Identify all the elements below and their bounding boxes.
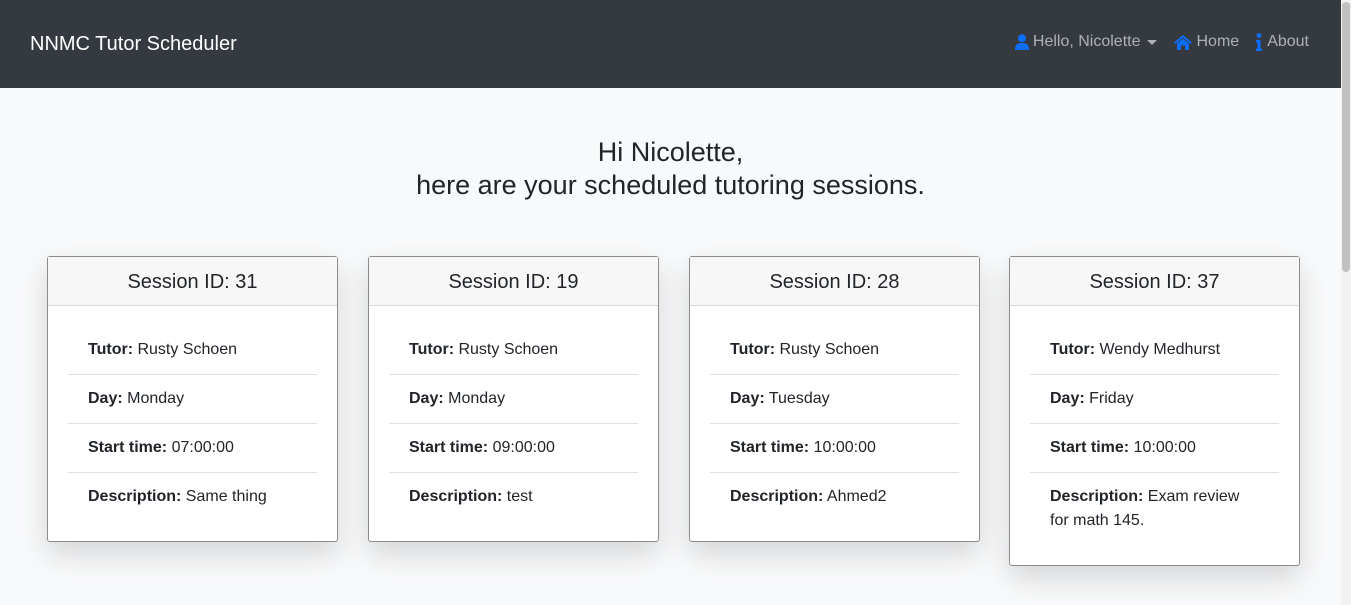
tutor-label: Tutor: xyxy=(1050,341,1096,358)
nav-home-link[interactable]: Home xyxy=(1173,32,1240,52)
start-time-value: 10:00:00 xyxy=(1133,439,1196,456)
description-label: Description: xyxy=(730,488,824,505)
start-time-label: Start time: xyxy=(88,439,168,456)
tutor-value: Rusty Schoen xyxy=(779,341,880,358)
day-label: Day: xyxy=(88,390,123,407)
tutor-value: Rusty Schoen xyxy=(458,341,559,358)
scrollbar-thumb[interactable] xyxy=(1342,2,1350,272)
start-time-label: Start time: xyxy=(730,439,810,456)
card-body: Tutor: Rusty Schoen Day: Monday Start ti… xyxy=(48,306,337,541)
description-row: Description: Same thing xyxy=(68,473,317,521)
tutor-label: Tutor: xyxy=(88,341,134,358)
start-time-value: 09:00:00 xyxy=(492,439,555,456)
tutor-row: Tutor: Rusty Schoen xyxy=(389,326,638,375)
brand-link[interactable]: NNMC Tutor Scheduler xyxy=(30,32,237,56)
tutor-row: Tutor: Rusty Schoen xyxy=(68,326,317,375)
card-body: Tutor: Rusty Schoen Day: Monday Start ti… xyxy=(369,306,658,541)
user-icon xyxy=(1014,34,1029,50)
description-label: Description: xyxy=(1050,488,1144,505)
session-card: Session ID: 28 Tutor: Rusty Schoen Day: … xyxy=(689,256,980,542)
info-icon xyxy=(1256,33,1263,51)
day-value: Friday xyxy=(1089,390,1134,407)
day-row: Day: Monday xyxy=(389,375,638,424)
day-label: Day: xyxy=(1050,390,1085,407)
nav-about-link[interactable]: About xyxy=(1255,32,1309,52)
start-time-row: Start time: 07:00:00 xyxy=(68,424,317,473)
description-row: Description: test xyxy=(389,473,638,521)
description-label: Description: xyxy=(409,488,503,505)
card-body: Tutor: Rusty Schoen Day: Tuesday Start t… xyxy=(690,306,979,541)
user-menu-label: Hello, Nicolette xyxy=(1032,33,1141,50)
user-menu-dropdown[interactable]: Hello, Nicolette xyxy=(1014,32,1157,52)
navbar: NNMC Tutor Scheduler Hello, Nicolette Ho… xyxy=(0,0,1341,88)
about-label: About xyxy=(1267,33,1309,50)
card-header: Session ID: 31 xyxy=(48,257,337,306)
day-row: Day: Friday xyxy=(1030,375,1279,424)
tutor-row: Tutor: Rusty Schoen xyxy=(710,326,959,375)
tutor-value: Wendy Medhurst xyxy=(1099,341,1221,358)
description-value: Ahmed2 xyxy=(826,488,887,505)
day-value: Monday xyxy=(448,390,506,407)
tutor-label: Tutor: xyxy=(409,341,455,358)
caret-down-icon xyxy=(1146,39,1157,45)
day-row: Day: Monday xyxy=(68,375,317,424)
start-time-value: 10:00:00 xyxy=(813,439,876,456)
day-value: Tuesday xyxy=(768,390,830,407)
description-row: Description: Ahmed2 xyxy=(710,473,959,521)
page-title: Hi Nicolette, here are your scheduled tu… xyxy=(0,136,1341,202)
card-body: Tutor: Wendy Medhurst Day: Friday Start … xyxy=(1010,306,1299,565)
description-row: Description: Exam review for math 145. xyxy=(1030,473,1279,545)
start-time-label: Start time: xyxy=(409,439,489,456)
start-time-row: Start time: 10:00:00 xyxy=(710,424,959,473)
start-time-row: Start time: 09:00:00 xyxy=(389,424,638,473)
home-label: Home xyxy=(1196,33,1240,50)
greeting-line: Hi Nicolette, xyxy=(597,137,744,167)
nav-right: Hello, Nicolette Home About xyxy=(999,32,1309,52)
day-row: Day: Tuesday xyxy=(710,375,959,424)
tutor-row: Tutor: Wendy Medhurst xyxy=(1030,326,1279,375)
vertical-scrollbar[interactable] xyxy=(1341,0,1351,605)
day-label: Day: xyxy=(409,390,444,407)
subtitle-line: here are your scheduled tutoring session… xyxy=(416,170,925,200)
session-card: Session ID: 19 Tutor: Rusty Schoen Day: … xyxy=(368,256,659,542)
session-card: Session ID: 37 Tutor: Wendy Medhurst Day… xyxy=(1009,256,1300,566)
card-header: Session ID: 19 xyxy=(369,257,658,306)
start-time-value: 07:00:00 xyxy=(171,439,234,456)
description-label: Description: xyxy=(88,488,182,505)
start-time-row: Start time: 10:00:00 xyxy=(1030,424,1279,473)
start-time-label: Start time: xyxy=(1050,439,1130,456)
description-value: Same thing xyxy=(185,488,267,505)
tutor-value: Rusty Schoen xyxy=(137,341,238,358)
card-header: Session ID: 28 xyxy=(690,257,979,306)
tutor-label: Tutor: xyxy=(730,341,776,358)
description-value: test xyxy=(506,488,533,505)
day-value: Monday xyxy=(127,390,185,407)
session-card: Session ID: 31 Tutor: Rusty Schoen Day: … xyxy=(47,256,338,542)
home-icon xyxy=(1173,35,1192,50)
day-label: Day: xyxy=(730,390,765,407)
card-header: Session ID: 37 xyxy=(1010,257,1299,306)
